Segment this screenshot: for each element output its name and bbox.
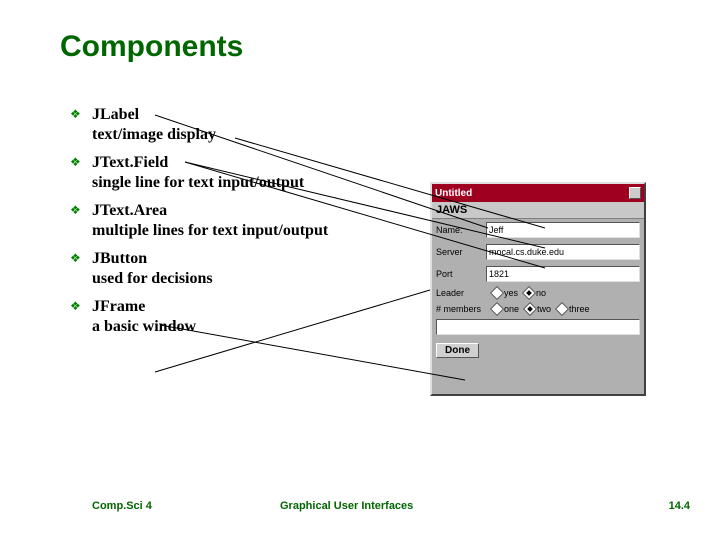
field-label: # members [436,304,486,314]
radio-row: # members one two three [432,301,644,317]
slide-title: Components [60,30,243,64]
bullet-head: JText.Field [92,154,168,171]
field-label: Name: [436,225,486,235]
bullet-icon: ❖ [70,203,81,217]
radio-option-no[interactable]: no [524,288,546,298]
bullet-list: ❖ JLabel text/image display ❖ JText.Fiel… [92,105,352,345]
jaws-window: Untitled JAWS Name: Jeff Server mocal.cs… [430,182,646,396]
form-row: Name: Jeff [432,219,644,241]
radio-option-one[interactable]: one [492,304,519,314]
message-textarea[interactable] [436,319,640,335]
field-label: Port [436,269,486,279]
bullet-head: JFrame [92,298,145,315]
window-titlebar: Untitled [432,184,644,202]
radio-option-yes[interactable]: yes [492,288,518,298]
list-item: ❖ JButton used for decisions [92,249,352,289]
radio-label: no [536,288,546,298]
bullet-icon: ❖ [70,155,81,169]
list-item: ❖ JFrame a basic window [92,297,352,337]
footer-right: 14.4 [669,500,690,512]
bullet-desc: multiple lines for text input/output [92,222,328,239]
radio-option-two[interactable]: two [525,304,551,314]
done-button[interactable]: Done [436,343,479,358]
bullet-icon: ❖ [70,299,81,313]
radio-label: three [569,304,590,314]
radio-icon [490,302,504,316]
bullet-desc: text/image display [92,126,216,143]
name-input[interactable]: Jeff [486,222,640,238]
bullet-icon: ❖ [70,107,81,121]
radio-label: two [537,304,551,314]
port-input[interactable]: 1821 [486,266,640,282]
form-row: Port 1821 [432,263,644,285]
radio-icon [523,302,537,316]
window-control-icon[interactable] [629,187,641,199]
footer-center: Graphical User Interfaces [280,500,413,512]
radio-label: one [504,304,519,314]
radio-label: yes [504,288,518,298]
server-input[interactable]: mocal.cs.duke.edu [486,244,640,260]
bullet-desc: a basic window [92,318,196,335]
bullet-head: JLabel [92,106,139,123]
bullet-desc: used for decisions [92,270,213,287]
window-title: Untitled [435,188,472,199]
radio-row: Leader yes no [432,285,644,301]
radio-option-three[interactable]: three [557,304,590,314]
form-row: Server mocal.cs.duke.edu [432,241,644,263]
radio-icon [555,302,569,316]
list-item: ❖ JText.Area multiple lines for text inp… [92,201,352,241]
bullet-desc: single line for text input/output [92,174,304,191]
bullet-icon: ❖ [70,251,81,265]
list-item: ❖ JText.Field single line for text input… [92,153,352,193]
footer-left: Comp.Sci 4 [92,500,152,512]
radio-icon [522,286,536,300]
bullet-head: JText.Area [92,202,167,219]
window-header: JAWS [432,202,644,219]
radio-icon [490,286,504,300]
field-label: Server [436,247,486,257]
field-label: Leader [436,288,486,298]
list-item: ❖ JLabel text/image display [92,105,352,145]
bullet-head: JButton [92,250,147,267]
